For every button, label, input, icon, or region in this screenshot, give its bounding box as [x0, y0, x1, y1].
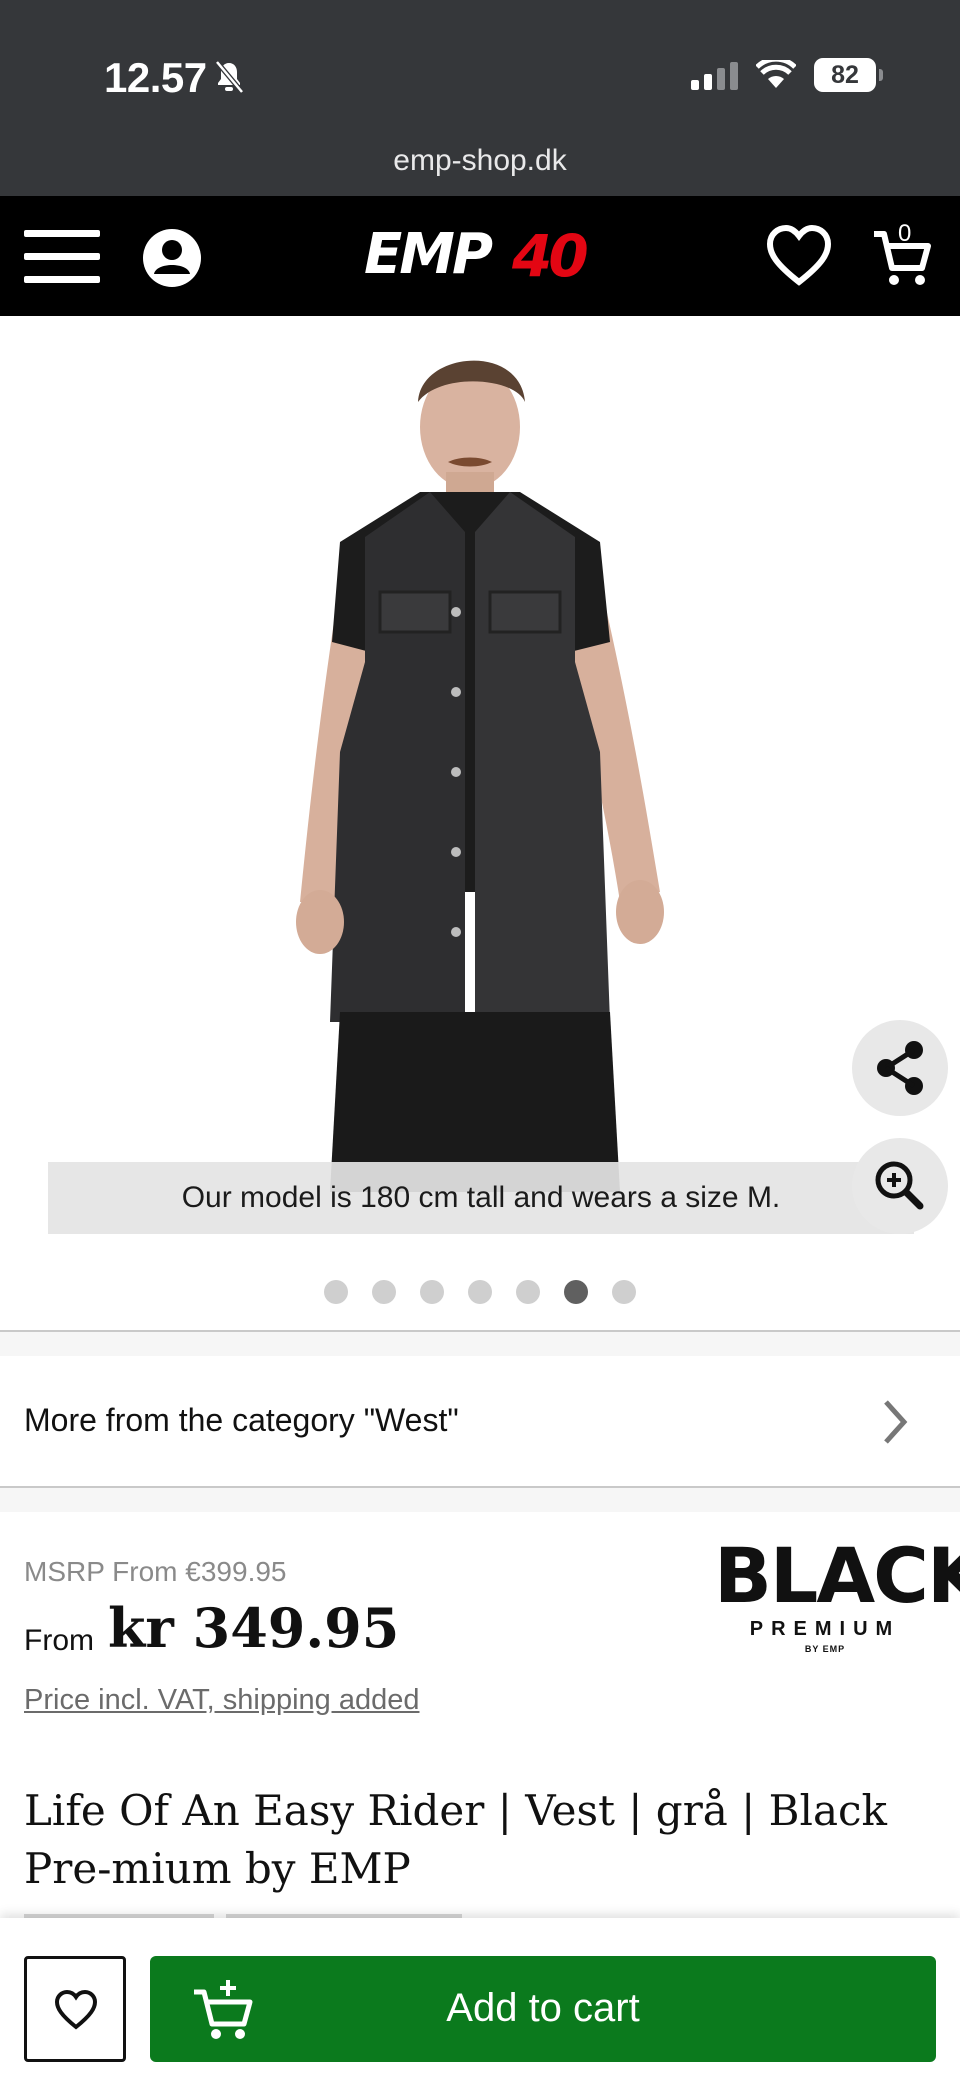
gallery-pagination[interactable]: [0, 1280, 960, 1304]
bottom-action-bar: Add to cart: [0, 1918, 960, 2087]
product-title: Life Of An Easy Rider | Vest | grå | Bla…: [24, 1786, 887, 1893]
zoom-in-icon[interactable]: [852, 1138, 948, 1234]
product-photo[interactable]: [270, 332, 690, 1192]
chevron-right-icon: [884, 1400, 908, 1444]
section-gap: [0, 1332, 960, 1356]
product-price: kr 349.95: [108, 1596, 400, 1660]
price-from-label: From: [24, 1624, 94, 1657]
gallery-dot[interactable]: [612, 1280, 636, 1304]
gallery-dot[interactable]: [468, 1280, 492, 1304]
category-link-label: More from the category "West": [24, 1402, 459, 1438]
gallery-dot-active[interactable]: [564, 1280, 588, 1304]
heart-icon[interactable]: [766, 224, 832, 288]
share-icon[interactable]: [852, 1020, 948, 1116]
bell-muted-icon: [215, 60, 244, 94]
section-gap: [0, 1488, 960, 1512]
site-header: EMP 40: [0, 196, 960, 316]
vat-shipping-link[interactable]: Price incl. VAT, shipping added: [24, 1684, 419, 1717]
msrp-price: MSRP From €399.95: [24, 1556, 287, 1587]
status-bar: 12.57 82 emp-shop.dk: [0, 0, 960, 196]
gallery-dot[interactable]: [420, 1280, 444, 1304]
add-to-cart-label: Add to cart: [446, 1986, 640, 2030]
cellular-signal-icon: [691, 60, 738, 90]
heart-icon: [54, 1989, 98, 2030]
account-icon[interactable]: [142, 228, 202, 288]
cart-count-badge: 0: [898, 220, 912, 247]
address-bar-url[interactable]: emp-shop.dk: [0, 144, 960, 178]
gallery-dot[interactable]: [372, 1280, 396, 1304]
emp-logo[interactable]: EMP 40: [364, 220, 600, 296]
hamburger-menu-icon[interactable]: [24, 230, 100, 284]
gallery-dot[interactable]: [516, 1280, 540, 1304]
wifi-icon: [756, 60, 796, 88]
gallery-dot[interactable]: [324, 1280, 348, 1304]
brand-logo[interactable]: BLACK PREMIUM BY EMP: [714, 1538, 960, 1660]
model-size-caption: Our model is 180 cm tall and wears a siz…: [48, 1162, 914, 1234]
add-to-cart-button[interactable]: Add to cart: [150, 1956, 936, 2062]
add-to-wishlist-button[interactable]: [24, 1956, 126, 2062]
product-gallery[interactable]: Our model is 180 cm tall and wears a siz…: [0, 316, 960, 1330]
category-link[interactable]: More from the category "West": [0, 1356, 960, 1486]
clock: 12.57: [104, 54, 207, 101]
status-icons: 82: [691, 58, 883, 92]
battery-indicator: 82: [814, 58, 883, 92]
